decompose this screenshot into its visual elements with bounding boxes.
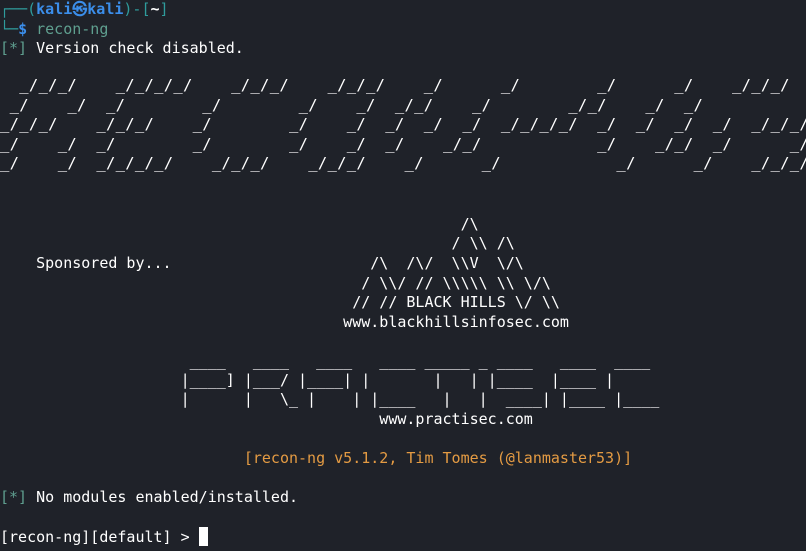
prompt-separator: )-[ [123, 0, 151, 18]
text-cursor[interactable] [198, 527, 208, 546]
practisec-art-line-2: |____] |___/ |____| | | | |____ |____ | [0, 371, 615, 389]
version-check-text: Version check disabled. [27, 39, 244, 57]
version-check-message: [*] Version check disabled. [0, 39, 244, 59]
modules-text: No modules enabled/installed. [27, 488, 299, 506]
practisec-art-line-1: ____ ____ ____ ____ _____ _ ____ ____ __… [0, 352, 651, 370]
prompt-at-symbol: ㉿ [72, 0, 88, 18]
info-tag: [*] [0, 39, 28, 57]
shell-prompt-line-2: └─$ recon-ng [0, 20, 108, 40]
prompt-corner-top: ┌──( [0, 0, 37, 18]
prompt-dollar: $ [18, 20, 28, 38]
recon-ng-version-line: [recon-ng v5.1.2, Tim Tomes (@lanmaster5… [0, 449, 633, 467]
practisec-url: www.practisec.com [0, 410, 533, 428]
info-tag: [*] [0, 488, 28, 506]
recon-ng-prompt: [recon-ng][default] > [0, 528, 199, 546]
blackhills-url: www.blackhillsinfosec.com [0, 313, 569, 331]
recon-ng-input-line[interactable]: [recon-ng][default] > [0, 527, 208, 547]
prompt-user: kali [36, 0, 73, 18]
sponsor-art-line-4: / \\/ // \\\\\ \\ \/\ [0, 274, 551, 292]
sponsor-art-line-2: / \\ /\ [0, 234, 515, 252]
prompt-close: ] [159, 0, 169, 18]
prompt-command: recon-ng [27, 20, 109, 38]
prompt-corner-bottom: └─ [0, 20, 19, 38]
sponsor-art-line-3: /\ /\/ \\V \/\ [0, 254, 524, 272]
prompt-host: kali [87, 0, 124, 18]
sponsor-art-line-1: /\ [0, 215, 479, 233]
prompt-cwd: ~ [150, 0, 160, 18]
sponsor-art-line-5: // // BLACK HILLS \/ \\ [0, 293, 560, 311]
modules-message: [*] No modules enabled/installed. [0, 488, 298, 508]
practisec-art-line-3: | | \_ | | |____ | | ____| |____ |____ [0, 390, 660, 408]
shell-prompt-line-1: ┌──(kali㉿kali)-[~] [0, 0, 169, 20]
recon-ng-ascii-banner: _/_/_/ _/_/_/_/ _/_/_/ _/_/_/ _/ _/ _/ _… [0, 76, 806, 172]
